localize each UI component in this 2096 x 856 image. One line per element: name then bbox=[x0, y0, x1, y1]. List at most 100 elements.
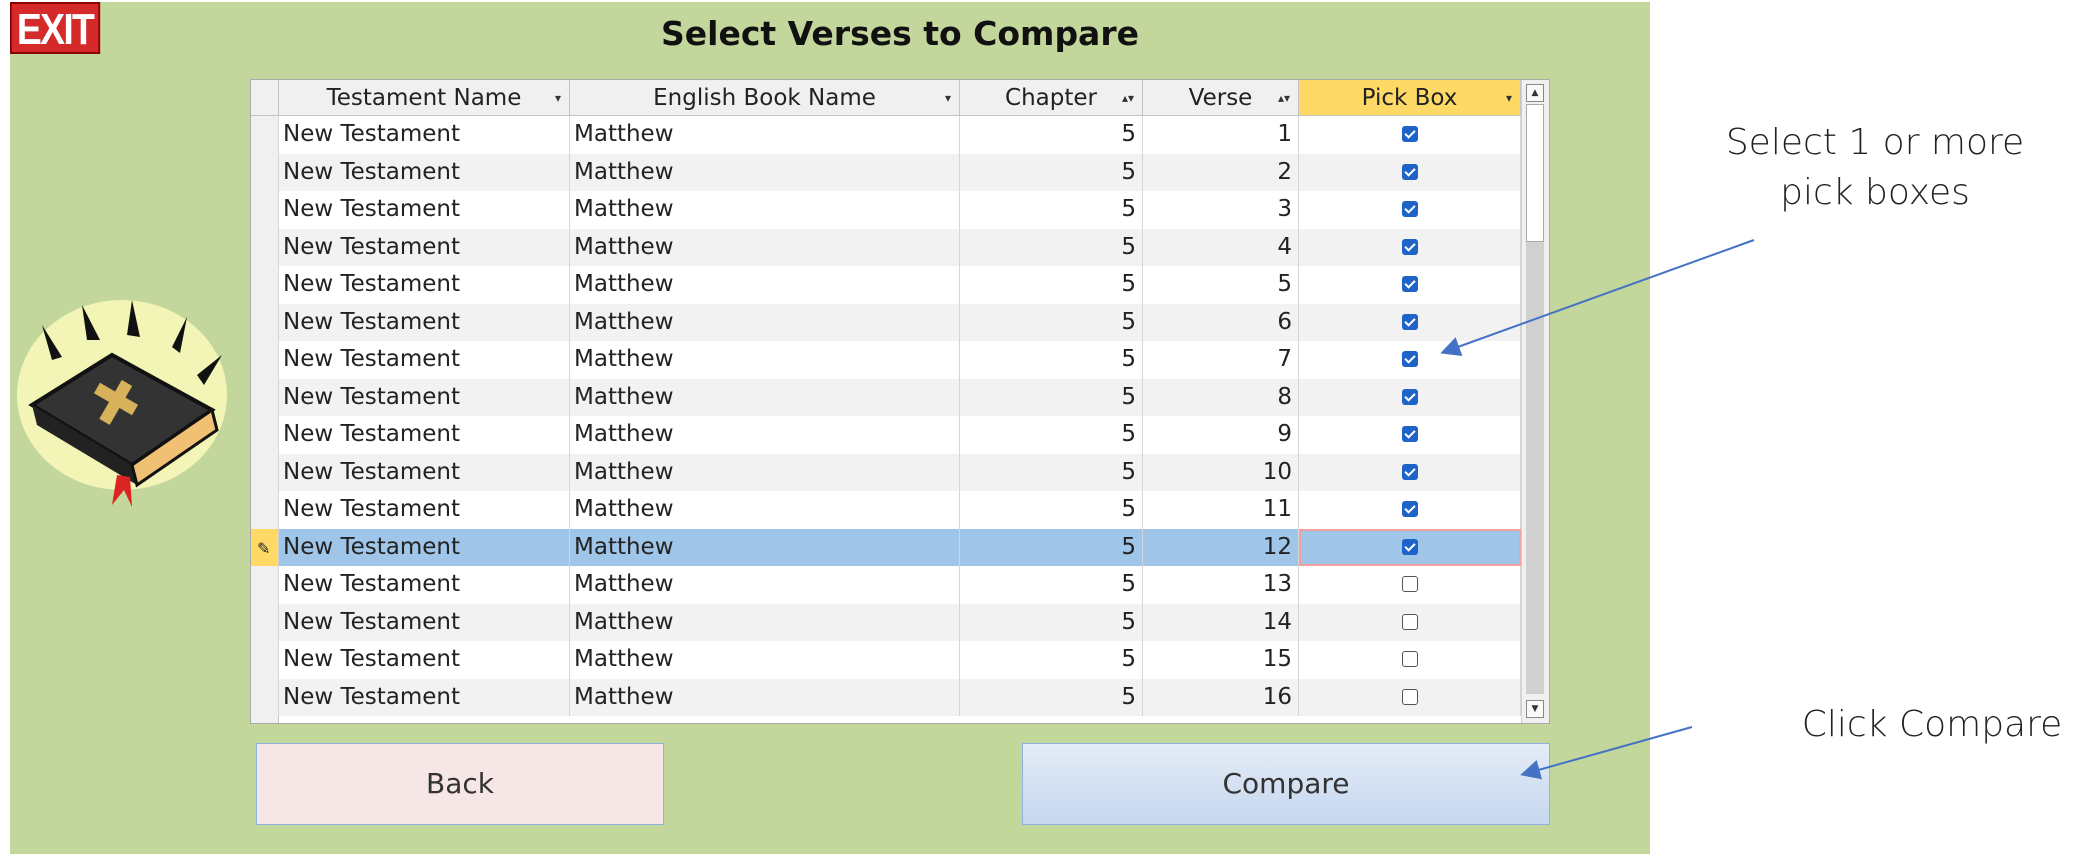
cell-book[interactable]: Matthew bbox=[570, 416, 960, 454]
cell-testament[interactable]: New Testament bbox=[279, 453, 570, 491]
column-header-book[interactable]: English Book Name ▾ bbox=[570, 80, 960, 116]
cell-chapter[interactable]: 5 bbox=[960, 303, 1143, 341]
cell-book[interactable]: Matthew bbox=[570, 566, 960, 604]
row-selector[interactable] bbox=[251, 678, 279, 716]
cell-book[interactable]: Matthew bbox=[570, 116, 960, 154]
table-row[interactable]: New Testament Matthew 5 4 bbox=[251, 228, 1521, 266]
cell-chapter[interactable]: 5 bbox=[960, 378, 1143, 416]
table-row[interactable]: New Testament Matthew 5 1 bbox=[251, 116, 1521, 154]
row-selector[interactable]: ✎ bbox=[251, 528, 279, 566]
vertical-scrollbar[interactable]: ▲ ▼ bbox=[1521, 80, 1549, 723]
cell-testament[interactable]: New Testament bbox=[279, 378, 570, 416]
cell-testament[interactable]: New Testament bbox=[279, 266, 570, 304]
table-row[interactable]: New Testament Matthew 5 13 bbox=[251, 566, 1521, 604]
cell-verse[interactable]: 6 bbox=[1143, 303, 1299, 341]
cell-book[interactable]: Matthew bbox=[570, 491, 960, 529]
cell-book[interactable]: Matthew bbox=[570, 341, 960, 379]
cell-book[interactable]: Matthew bbox=[570, 303, 960, 341]
scroll-thumb[interactable] bbox=[1526, 104, 1544, 242]
column-header-verse[interactable]: Verse ▴▾ bbox=[1143, 80, 1299, 116]
pick-box-checkbox[interactable] bbox=[1402, 613, 1418, 630]
cell-verse[interactable]: 3 bbox=[1143, 191, 1299, 229]
cell-testament[interactable]: New Testament bbox=[279, 491, 570, 529]
select-all-corner[interactable] bbox=[251, 80, 279, 116]
scroll-track[interactable] bbox=[1526, 242, 1544, 694]
pick-box-checkbox[interactable] bbox=[1402, 463, 1418, 480]
pick-box-checkbox[interactable] bbox=[1402, 426, 1418, 442]
cell-testament[interactable]: New Testament bbox=[279, 416, 570, 454]
cell-chapter[interactable]: 5 bbox=[960, 416, 1143, 454]
scroll-down-icon[interactable]: ▼ bbox=[1526, 700, 1544, 718]
cell-chapter[interactable]: 5 bbox=[960, 341, 1143, 379]
sort-arrow-icon[interactable]: ▾ bbox=[945, 80, 951, 116]
pick-box-checkbox[interactable] bbox=[1402, 313, 1418, 330]
cell-book[interactable]: Matthew bbox=[570, 603, 960, 641]
cell-verse[interactable]: 12 bbox=[1143, 528, 1299, 566]
cell-testament[interactable]: New Testament bbox=[279, 228, 570, 266]
cell-chapter[interactable]: 5 bbox=[960, 603, 1143, 641]
table-row[interactable]: New Testament Matthew 5 8 bbox=[251, 378, 1521, 416]
cell-verse[interactable]: 1 bbox=[1143, 116, 1299, 154]
table-row[interactable]: New Testament Matthew 5 14 bbox=[251, 603, 1521, 641]
cell-testament[interactable]: New Testament bbox=[279, 566, 570, 604]
cell-verse[interactable]: 14 bbox=[1143, 603, 1299, 641]
cell-testament[interactable]: New Testament bbox=[279, 153, 570, 191]
cell-chapter[interactable]: 5 bbox=[960, 191, 1143, 229]
row-selector[interactable] bbox=[251, 153, 279, 191]
cell-chapter[interactable]: 5 bbox=[960, 566, 1143, 604]
cell-chapter[interactable]: 5 bbox=[960, 678, 1143, 716]
cell-testament[interactable]: New Testament bbox=[279, 191, 570, 229]
sort-ascending-icon[interactable]: ▴▾ bbox=[1122, 80, 1134, 116]
cell-testament[interactable]: New Testament bbox=[279, 641, 570, 679]
row-selector[interactable] bbox=[251, 303, 279, 341]
table-row[interactable]: New Testament Matthew 5 7 bbox=[251, 341, 1521, 379]
row-selector[interactable] bbox=[251, 603, 279, 641]
cell-book[interactable]: Matthew bbox=[570, 641, 960, 679]
cell-testament[interactable]: New Testament bbox=[279, 603, 570, 641]
cell-verse[interactable]: 8 bbox=[1143, 378, 1299, 416]
back-button[interactable]: Back bbox=[256, 743, 664, 825]
sort-arrow-icon[interactable]: ▾ bbox=[1506, 80, 1512, 116]
table-row[interactable]: New Testament Matthew 5 11 bbox=[251, 491, 1521, 529]
table-row[interactable]: New Testament Matthew 5 6 bbox=[251, 303, 1521, 341]
table-row[interactable]: New Testament Matthew 5 2 bbox=[251, 153, 1521, 191]
sort-ascending-icon[interactable]: ▴▾ bbox=[1278, 80, 1290, 116]
pick-box-checkbox[interactable] bbox=[1402, 538, 1418, 555]
pick-box-checkbox[interactable] bbox=[1402, 351, 1418, 367]
row-selector[interactable] bbox=[251, 266, 279, 304]
table-row[interactable]: New Testament Matthew 5 9 bbox=[251, 416, 1521, 454]
column-header-chapter[interactable]: Chapter ▴▾ bbox=[960, 80, 1143, 116]
row-selector[interactable] bbox=[251, 416, 279, 454]
cell-chapter[interactable]: 5 bbox=[960, 641, 1143, 679]
cell-book[interactable]: Matthew bbox=[570, 266, 960, 304]
cell-testament[interactable]: New Testament bbox=[279, 116, 570, 154]
pick-box-checkbox[interactable] bbox=[1402, 238, 1418, 255]
row-selector[interactable] bbox=[251, 228, 279, 266]
cell-testament[interactable]: New Testament bbox=[279, 303, 570, 341]
cell-chapter[interactable]: 5 bbox=[960, 266, 1143, 304]
cell-testament[interactable]: New Testament bbox=[279, 341, 570, 379]
cell-verse[interactable]: 5 bbox=[1143, 266, 1299, 304]
table-row[interactable]: New Testament Matthew 5 16 bbox=[251, 678, 1521, 716]
cell-verse[interactable]: 10 bbox=[1143, 453, 1299, 491]
table-row[interactable]: New Testament Matthew 5 3 bbox=[251, 191, 1521, 229]
row-selector[interactable] bbox=[251, 641, 279, 679]
cell-chapter[interactable]: 5 bbox=[960, 528, 1143, 566]
cell-verse[interactable]: 9 bbox=[1143, 416, 1299, 454]
cell-testament[interactable]: New Testament bbox=[279, 528, 570, 566]
cell-verse[interactable]: 16 bbox=[1143, 678, 1299, 716]
pick-box-checkbox[interactable] bbox=[1402, 651, 1418, 667]
row-selector[interactable] bbox=[251, 378, 279, 416]
cell-book[interactable]: Matthew bbox=[570, 153, 960, 191]
cell-book[interactable]: Matthew bbox=[570, 678, 960, 716]
cell-book[interactable]: Matthew bbox=[570, 378, 960, 416]
table-row[interactable]: New Testament Matthew 5 5 bbox=[251, 266, 1521, 304]
pick-box-checkbox[interactable] bbox=[1402, 201, 1418, 217]
pick-box-checkbox[interactable] bbox=[1402, 688, 1418, 705]
cell-verse[interactable]: 15 bbox=[1143, 641, 1299, 679]
table-row[interactable]: ✎ New Testament Matthew 5 12 bbox=[251, 528, 1521, 566]
row-selector[interactable] bbox=[251, 566, 279, 604]
pick-box-checkbox[interactable] bbox=[1402, 388, 1418, 405]
column-header-pick-box[interactable]: Pick Box ▾ bbox=[1299, 80, 1521, 116]
cell-verse[interactable]: 4 bbox=[1143, 228, 1299, 266]
